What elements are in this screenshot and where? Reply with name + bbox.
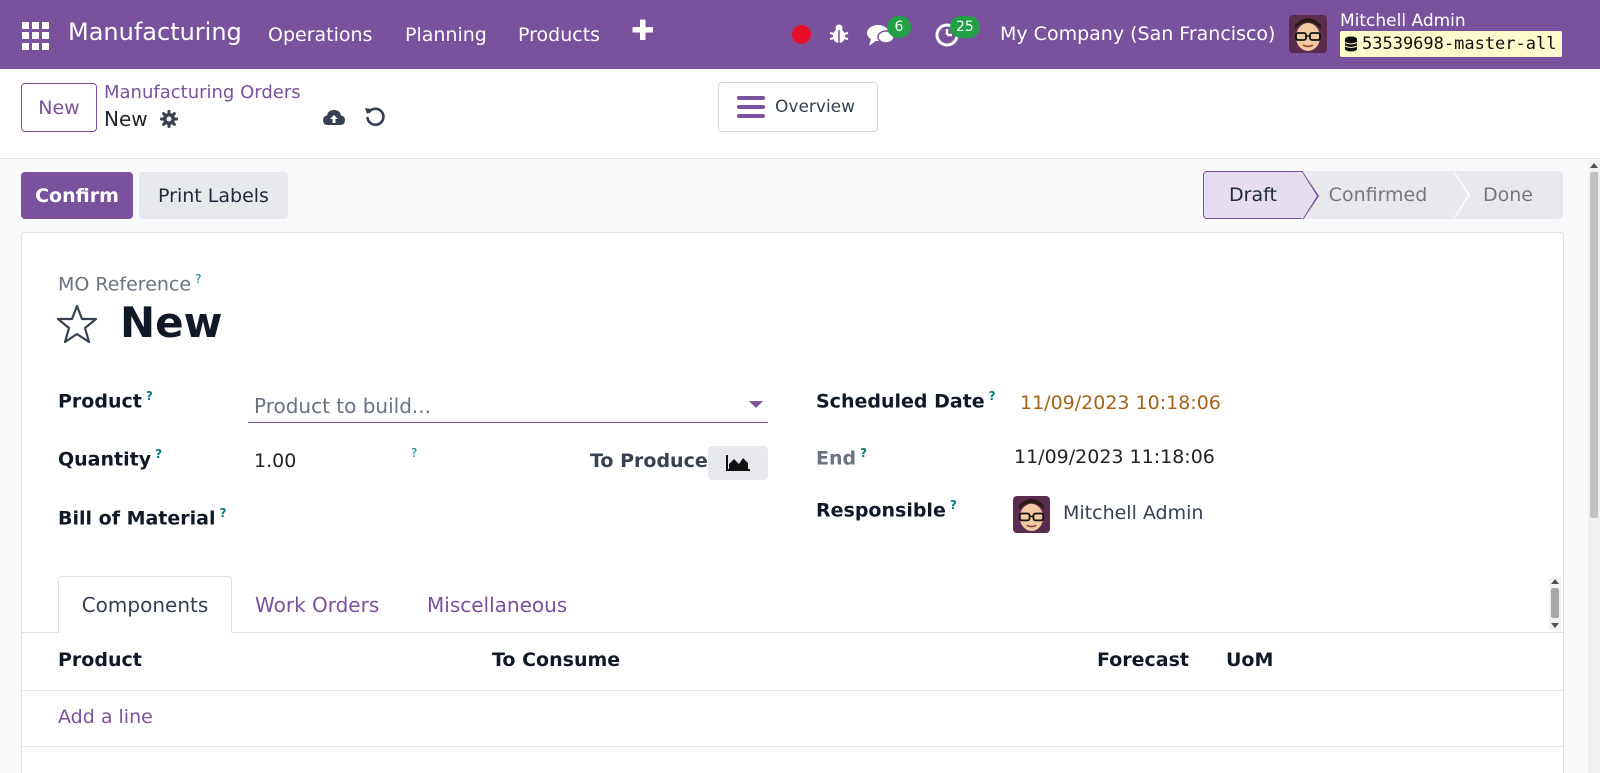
apps-menu-icon[interactable] (22, 22, 50, 50)
stage-draft-label: Draft (1229, 184, 1277, 206)
help-icon[interactable]: ? (989, 389, 996, 403)
messages-badge: 6 (887, 16, 911, 38)
add-line-link[interactable]: Add a line (58, 706, 153, 728)
tabs-scrollbar[interactable] (1549, 578, 1561, 630)
star-icon[interactable] (56, 304, 98, 344)
database-name: 53539698-master-all (1362, 34, 1557, 54)
discard-icon[interactable] (364, 106, 386, 128)
top-navbar: Manufacturing Operations Planning Produc… (0, 0, 1600, 69)
stage-confirmed-label: Confirmed (1328, 184, 1428, 206)
page-scrollbar-thumb[interactable] (1590, 172, 1598, 518)
tab-work-orders[interactable]: Work Orders (255, 576, 379, 633)
status-bar: Draft Confirmed Done (1203, 171, 1563, 220)
hamburger-icon (737, 96, 765, 118)
chevron-down-icon[interactable] (749, 401, 763, 408)
area-chart-icon (726, 455, 750, 471)
help-icon[interactable]: ? (219, 506, 226, 520)
table-header-divider (22, 690, 1563, 691)
app-brand[interactable]: Manufacturing (68, 18, 242, 46)
mo-reference-label: MO Reference? (58, 272, 202, 296)
overview-button[interactable]: Overview (718, 82, 878, 132)
end-label: End? (816, 446, 868, 470)
mo-title[interactable]: New (120, 298, 222, 347)
quantity-label: Quantity? (58, 447, 163, 471)
menu-products[interactable]: Products (518, 24, 600, 46)
bug-icon[interactable] (827, 22, 851, 46)
activities-badge: 25 (950, 16, 980, 38)
tabs-divider (22, 632, 1563, 633)
scroll-up-icon[interactable] (1551, 579, 1559, 584)
breadcrumb-manufacturing-orders[interactable]: Manufacturing Orders (104, 82, 301, 103)
menu-planning[interactable]: Planning (405, 24, 487, 46)
column-product[interactable]: Product (58, 649, 142, 671)
tabs-scrollbar-thumb[interactable] (1551, 588, 1559, 618)
menu-operations[interactable]: Operations (268, 24, 372, 46)
plus-icon[interactable]: ✚ (631, 17, 654, 45)
form-sheet (21, 232, 1564, 773)
scheduled-date-field[interactable]: 11/09/2023 10:18:06 (1020, 392, 1221, 414)
responsible-avatar (1013, 496, 1050, 533)
stage-confirmed[interactable]: Confirmed (1303, 171, 1470, 219)
help-icon[interactable]: ? (146, 389, 153, 403)
stage-done-label: Done (1483, 184, 1533, 206)
new-button[interactable]: New (21, 83, 97, 132)
end-date-field[interactable]: 11/09/2023 11:18:06 (1014, 446, 1215, 468)
stage-draft[interactable]: Draft (1203, 171, 1319, 220)
forecast-report-button[interactable] (708, 446, 768, 480)
page-scrollbar[interactable] (1588, 160, 1600, 773)
column-forecast[interactable]: Forecast (1097, 649, 1189, 671)
scroll-up-icon[interactable] (1590, 163, 1598, 168)
company-switcher[interactable]: My Company (San Francisco) (1000, 23, 1275, 45)
product-label: Product? (58, 389, 153, 413)
table-row-divider (22, 746, 1563, 747)
overview-label: Overview (775, 97, 856, 117)
breadcrumb-current: New (104, 107, 148, 131)
cloud-upload-icon[interactable] (322, 107, 346, 129)
column-to-consume[interactable]: To Consume (492, 649, 620, 671)
confirm-button[interactable]: Confirm (21, 172, 133, 219)
database-tag: 53539698-master-all (1340, 31, 1563, 57)
tab-components[interactable]: Components (58, 576, 232, 633)
help-icon[interactable]: ? (950, 498, 957, 512)
quantity-field[interactable]: 1.00 (254, 450, 296, 472)
gear-icon[interactable] (159, 109, 179, 129)
tab-miscellaneous[interactable]: Miscellaneous (427, 576, 567, 633)
column-uom[interactable]: UoM (1226, 649, 1273, 671)
help-icon[interactable]: ? (860, 446, 867, 460)
user-name[interactable]: Mitchell Admin (1340, 11, 1466, 31)
database-icon (1344, 36, 1358, 52)
record-icon[interactable] (792, 25, 811, 44)
to-produce-label: To Produce (590, 450, 708, 472)
user-avatar[interactable] (1289, 15, 1327, 53)
responsible-field[interactable]: Mitchell Admin (1063, 502, 1203, 524)
control-panel: New Manufacturing Orders New Overview (0, 69, 1600, 159)
scroll-down-icon[interactable] (1551, 623, 1559, 628)
help-icon[interactable]: ? (411, 446, 417, 460)
product-input[interactable] (248, 389, 768, 423)
scheduled-date-label: Scheduled Date? (816, 389, 996, 413)
help-icon[interactable]: ? (155, 447, 162, 461)
help-icon[interactable]: ? (195, 272, 201, 286)
responsible-label: Responsible? (816, 498, 957, 522)
bom-label: Bill of Material? (58, 506, 227, 530)
print-labels-button[interactable]: Print Labels (139, 172, 288, 219)
